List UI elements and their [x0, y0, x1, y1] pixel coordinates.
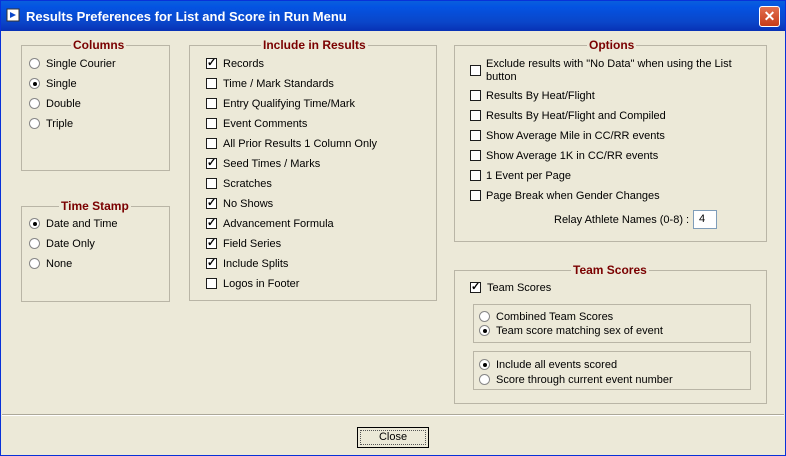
close-icon: ✕: [763, 8, 776, 24]
time-stamp-group-title: Time Stamp: [59, 199, 131, 213]
results-preferences-window: Results Preferences for List and Score i…: [0, 0, 786, 456]
checkbox[interactable]: ✓: [206, 218, 217, 229]
columns-group-title: Columns: [71, 38, 127, 52]
radio-button[interactable]: [29, 238, 40, 249]
radio-button[interactable]: [29, 118, 40, 129]
close-button[interactable]: Close: [357, 427, 429, 448]
checkbox[interactable]: [206, 98, 217, 109]
radio-button[interactable]: [479, 359, 490, 370]
close-window-button[interactable]: ✕: [759, 6, 780, 27]
checkbox[interactable]: [470, 90, 481, 101]
checkbox[interactable]: [206, 278, 217, 289]
checkbox[interactable]: ✓: [206, 58, 217, 69]
include-group-title: Include in Results: [261, 38, 368, 52]
radio-button[interactable]: [29, 218, 40, 229]
checkbox[interactable]: [470, 110, 481, 121]
team-scores-group-title: Team Scores: [571, 263, 649, 277]
checkbox[interactable]: [206, 118, 217, 129]
options-group-title: Options: [587, 38, 637, 52]
footer-divider: [2, 414, 784, 416]
window-title: Results Preferences for List and Score i…: [26, 9, 347, 24]
checkbox[interactable]: [470, 170, 481, 181]
checkbox[interactable]: [470, 150, 481, 161]
checkbox[interactable]: ✓: [206, 238, 217, 249]
checkbox[interactable]: ✓: [470, 282, 481, 293]
app-icon: [6, 8, 20, 22]
radio-button[interactable]: [29, 58, 40, 69]
checkbox[interactable]: ✓: [206, 258, 217, 269]
checkbox[interactable]: [470, 130, 481, 141]
checkbox[interactable]: [470, 65, 481, 76]
title-bar: Results Preferences for List and Score i…: [1, 1, 785, 31]
checkbox[interactable]: [206, 138, 217, 149]
radio-button[interactable]: [479, 311, 490, 322]
radio-button[interactable]: [29, 258, 40, 269]
checkbox[interactable]: [206, 78, 217, 89]
checkbox[interactable]: ✓: [206, 198, 217, 209]
radio-button[interactable]: [479, 325, 490, 336]
checkbox[interactable]: [206, 178, 217, 189]
checkbox[interactable]: [470, 190, 481, 201]
radio-button[interactable]: [479, 374, 490, 385]
checkbox[interactable]: ✓: [206, 158, 217, 169]
relay-athlete-names-label: Relay Athlete Names (0-8) :: [554, 214, 690, 226]
radio-button[interactable]: [29, 78, 40, 89]
relay-athlete-names-input[interactable]: 4: [693, 210, 717, 229]
radio-button[interactable]: [29, 98, 40, 109]
